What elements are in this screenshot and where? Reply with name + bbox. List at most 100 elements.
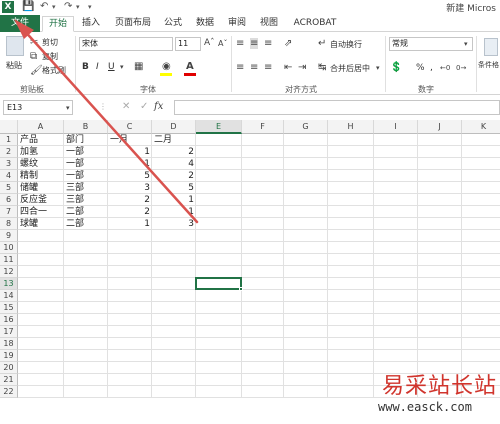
wrap-text-button[interactable]: 自动换行: [330, 39, 362, 50]
tab-insert[interactable]: 插入: [76, 16, 106, 32]
table-cell[interactable]: 5: [108, 170, 152, 182]
column-header[interactable]: E: [196, 120, 242, 134]
number-format-select[interactable]: 常规: [389, 37, 473, 51]
table-cell[interactable]: 1: [152, 206, 196, 218]
table-cell[interactable]: 三部: [64, 182, 108, 194]
row-header[interactable]: 7: [0, 206, 18, 218]
paste-icon[interactable]: [6, 36, 24, 56]
percent-button[interactable]: %: [416, 63, 425, 74]
column-header[interactable]: I: [374, 120, 418, 134]
format-painter-button[interactable]: 格式刷: [42, 65, 66, 76]
column-header[interactable]: J: [418, 120, 462, 134]
font-name-select[interactable]: 宋体: [79, 37, 173, 51]
merge-center-button[interactable]: 合并后居中: [330, 63, 370, 74]
merge-dropdown-icon[interactable]: ▾: [376, 63, 380, 74]
row-header[interactable]: 5: [0, 182, 18, 194]
column-header[interactable]: A: [18, 120, 64, 134]
align-left-icon[interactable]: ≡: [236, 62, 244, 73]
row-header[interactable]: 22: [0, 386, 18, 398]
name-box-dropdown-icon[interactable]: ▾: [66, 103, 70, 114]
save-icon[interactable]: 💾: [22, 1, 34, 13]
paste-button[interactable]: 粘贴: [6, 60, 22, 71]
conditional-format-button[interactable]: 条件格: [478, 60, 499, 71]
table-cell[interactable]: 螺纹: [18, 158, 64, 170]
align-middle-icon[interactable]: ≡: [250, 38, 259, 49]
align-bottom-icon[interactable]: ≡: [264, 38, 272, 49]
tab-view[interactable]: 视图: [256, 16, 282, 32]
undo-dropdown-icon[interactable]: ▾: [52, 1, 56, 13]
increase-indent-icon[interactable]: ⇥: [298, 62, 306, 73]
insert-function-icon[interactable]: fx: [154, 101, 163, 112]
table-cell[interactable]: 产品: [18, 134, 64, 146]
enter-icon[interactable]: ✓: [140, 101, 148, 112]
table-cell[interactable]: 四合一: [18, 206, 64, 218]
tab-review[interactable]: 审阅: [224, 16, 250, 32]
align-center-icon[interactable]: ≡: [250, 62, 258, 73]
table-cell[interactable]: 2: [152, 170, 196, 182]
row-header[interactable]: 15: [0, 302, 18, 314]
table-cell[interactable]: 三部: [64, 194, 108, 206]
table-cell[interactable]: 二月: [152, 134, 196, 146]
cut-button[interactable]: 剪切: [42, 37, 58, 48]
row-header[interactable]: 17: [0, 326, 18, 338]
row-header[interactable]: 16: [0, 314, 18, 326]
column-header[interactable]: B: [64, 120, 108, 134]
row-header[interactable]: 21: [0, 374, 18, 386]
increase-decimal-icon[interactable]: ←0: [440, 63, 450, 74]
redo-dropdown-icon[interactable]: ▾: [76, 1, 80, 13]
table-cell[interactable]: 球罐: [18, 218, 64, 230]
copy-button[interactable]: 复制: [42, 51, 58, 62]
table-cell[interactable]: 储罐: [18, 182, 64, 194]
selected-cell[interactable]: [195, 277, 243, 291]
row-header[interactable]: 8: [0, 218, 18, 230]
column-header[interactable]: C: [108, 120, 152, 134]
bold-button[interactable]: B: [82, 62, 89, 73]
format-painter-icon[interactable]: 🖌: [30, 65, 43, 76]
table-cell[interactable]: 一部: [64, 158, 108, 170]
row-header[interactable]: 6: [0, 194, 18, 206]
row-header[interactable]: 19: [0, 350, 18, 362]
cancel-icon[interactable]: ✕: [122, 101, 130, 112]
fill-color-icon[interactable]: ◉: [162, 61, 171, 72]
row-header[interactable]: 2: [0, 146, 18, 158]
redo-icon[interactable]: ↷: [64, 1, 72, 13]
table-cell[interactable]: 2: [152, 146, 196, 158]
row-header[interactable]: 13: [0, 278, 18, 290]
customize-toolbar-icon[interactable]: ▾: [88, 1, 92, 13]
row-header[interactable]: 20: [0, 362, 18, 374]
row-header[interactable]: 14: [0, 290, 18, 302]
underline-button[interactable]: U: [108, 62, 115, 73]
number-format-dropdown-icon[interactable]: ▾: [464, 39, 468, 50]
table-cell[interactable]: 3: [152, 218, 196, 230]
undo-icon[interactable]: ↶: [40, 1, 48, 13]
table-cell[interactable]: 1: [152, 194, 196, 206]
name-box[interactable]: E13: [3, 100, 73, 115]
currency-icon[interactable]: 💲: [390, 62, 402, 73]
merge-center-icon[interactable]: ↹: [318, 62, 326, 73]
select-all-corner[interactable]: [0, 120, 18, 134]
grow-font-icon[interactable]: Aˆ: [204, 38, 215, 49]
copy-icon[interactable]: ⧉: [30, 51, 37, 62]
conditional-format-icon[interactable]: [484, 38, 498, 56]
row-header[interactable]: 3: [0, 158, 18, 170]
align-right-icon[interactable]: ≡: [264, 62, 272, 73]
table-cell[interactable]: 4: [152, 158, 196, 170]
column-header[interactable]: G: [284, 120, 328, 134]
column-header[interactable]: H: [328, 120, 374, 134]
table-cell[interactable]: 1: [108, 158, 152, 170]
column-header[interactable]: F: [242, 120, 284, 134]
table-cell[interactable]: 一部: [64, 170, 108, 182]
table-cell[interactable]: 3: [108, 182, 152, 194]
table-cell[interactable]: 二部: [64, 206, 108, 218]
tab-acrobat[interactable]: ACROBAT: [290, 16, 340, 32]
shrink-font-icon[interactable]: Aˇ: [218, 38, 227, 49]
tab-formulas[interactable]: 公式: [160, 16, 186, 32]
comma-button[interactable]: ,: [430, 63, 433, 74]
underline-dropdown-icon[interactable]: ▾: [120, 62, 124, 73]
table-cell[interactable]: 5: [152, 182, 196, 194]
table-cell[interactable]: 部门: [64, 134, 108, 146]
cut-icon[interactable]: ✂: [30, 37, 38, 48]
row-header[interactable]: 9: [0, 230, 18, 242]
table-cell[interactable]: 1: [108, 218, 152, 230]
row-header[interactable]: 1: [0, 134, 18, 146]
